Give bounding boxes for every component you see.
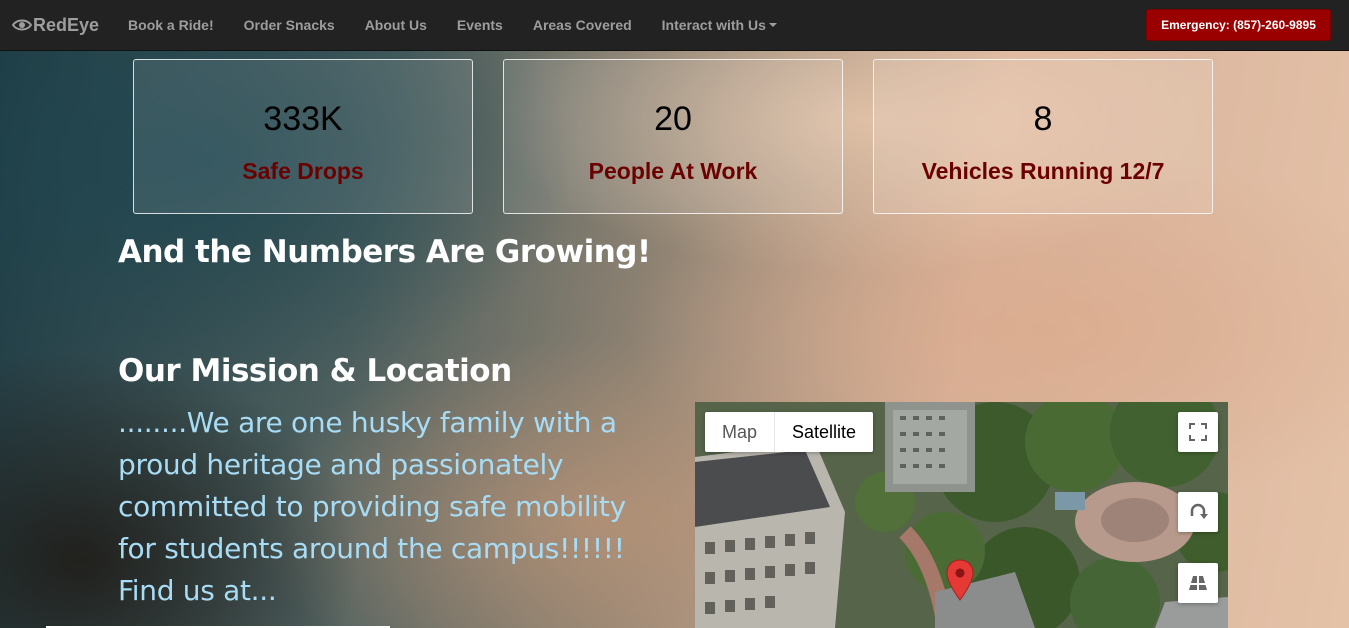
brand-name: RedEye bbox=[33, 14, 100, 35]
fullscreen-button[interactable] bbox=[1178, 412, 1218, 452]
caret-down-icon bbox=[768, 23, 777, 27]
stat-label: Safe Drops bbox=[242, 158, 364, 184]
mission-heading: Our Mission & Location bbox=[118, 353, 512, 389]
stat-card-safe-drops: 333K Safe Drops bbox=[133, 59, 473, 214]
stat-label: People At Work bbox=[588, 158, 758, 184]
stat-card-people-at-work: 20 People At Work bbox=[503, 59, 843, 214]
mission-line: for students around the campus!!!!!! bbox=[118, 532, 625, 565]
nav-interact-label: Interact with Us bbox=[661, 17, 766, 33]
map-pin-icon[interactable] bbox=[946, 559, 974, 601]
nav-about-us[interactable]: About Us bbox=[350, 0, 442, 51]
fullscreen-icon bbox=[1189, 423, 1207, 441]
mission-line: ........We are one husky family with a bbox=[118, 406, 617, 439]
stat-card-vehicles-running: 8 Vehicles Running 12/7 bbox=[873, 59, 1213, 214]
brand-logo[interactable]: RedEye bbox=[12, 15, 99, 36]
mission-line: Find us at... bbox=[118, 574, 277, 607]
nav-order-snacks[interactable]: Order Snacks bbox=[229, 0, 350, 51]
emergency-button[interactable]: Emergency: (857)-260-9895 bbox=[1146, 9, 1331, 41]
stat-number: 8 bbox=[1033, 100, 1053, 138]
mission-line: proud heritage and passionately bbox=[118, 448, 564, 481]
tilt-icon bbox=[1189, 576, 1207, 590]
nav-areas-covered[interactable]: Areas Covered bbox=[518, 0, 647, 51]
numbers-growing-heading: And the Numbers Are Growing! bbox=[118, 234, 651, 270]
nav-book-ride[interactable]: Book a Ride! bbox=[113, 0, 229, 51]
rotate-icon bbox=[1190, 503, 1208, 519]
map-type-control: Map Satellite bbox=[705, 412, 874, 452]
stat-number: 20 bbox=[654, 100, 692, 138]
map-type-satellite-button[interactable]: Satellite bbox=[775, 412, 873, 452]
map-type-map-button[interactable]: Map bbox=[705, 412, 776, 452]
nav-events[interactable]: Events bbox=[442, 0, 518, 51]
mission-text: ........We are one husky family with a p… bbox=[118, 402, 628, 612]
tilt-map-button[interactable] bbox=[1178, 563, 1218, 603]
location-map[interactable]: Map Satellite bbox=[695, 402, 1228, 628]
navbar: RedEye Book a Ride! Order Snacks About U… bbox=[0, 0, 1349, 51]
stat-number: 333K bbox=[263, 100, 343, 138]
nav-interact-dropdown[interactable]: Interact with Us bbox=[647, 0, 792, 51]
eye-icon bbox=[12, 19, 32, 31]
stat-label: Vehicles Running 12/7 bbox=[921, 158, 1165, 184]
mission-line: committed to providing safe mobility bbox=[118, 490, 626, 523]
rotate-map-button[interactable] bbox=[1178, 492, 1218, 532]
